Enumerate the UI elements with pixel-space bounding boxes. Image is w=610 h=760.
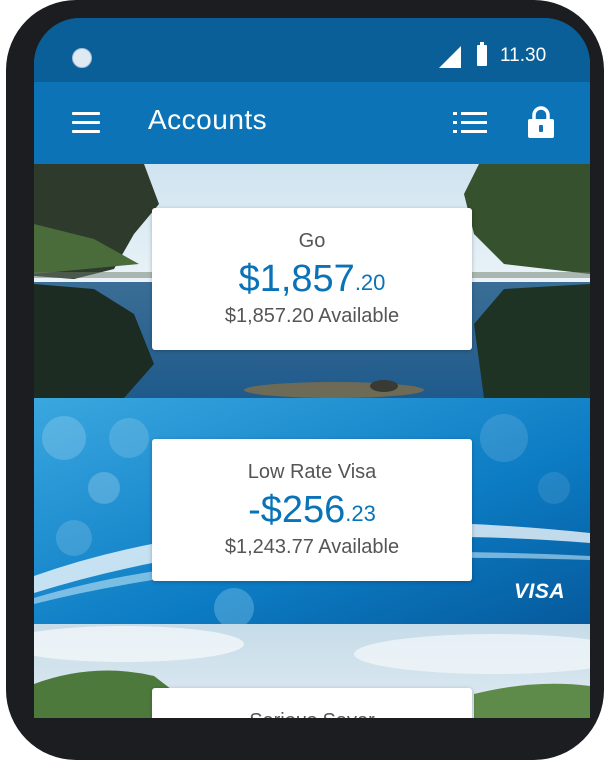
power-button (594, 205, 604, 345)
app-bar: Accounts (34, 82, 590, 164)
phone-screen: 11.30 Accounts Go $1,857.20 $1,857.20 Av… (34, 18, 590, 718)
account-card[interactable]: Go $1,857.20 $1,857.20 Available (152, 208, 472, 350)
page-title: Accounts (148, 104, 268, 135)
account-panel-visa: Low Rate Visa -$256.23 $1,243.77 Availab… (34, 398, 590, 624)
account-panel-go: Go $1,857.20 $1,857.20 Available (34, 164, 590, 398)
battery-icon (477, 42, 487, 66)
phone-frame: 11.30 Accounts Go $1,857.20 $1,857.20 Av… (6, 0, 604, 760)
account-panel-saver: Serious Saver (34, 624, 590, 718)
available-balance: $1,857.20 Available (224, 305, 400, 327)
volume-button (6, 178, 16, 240)
hamburger-icon[interactable] (72, 112, 100, 134)
signal-icon (439, 46, 461, 68)
available-balance: $1,243.77 Available (224, 536, 400, 558)
account-balance: $1,857.20 (238, 258, 386, 300)
volume-down-button (6, 290, 16, 378)
account-name: Go (298, 230, 326, 252)
status-time: 11.30 (500, 45, 547, 66)
status-bar: 11.30 (34, 18, 590, 82)
notification-dot-icon (72, 48, 92, 68)
account-balance: -$256.23 (248, 489, 376, 531)
account-card[interactable]: Low Rate Visa -$256.23 $1,243.77 Availab… (152, 439, 472, 581)
visa-logo: VISA (514, 580, 566, 603)
account-card[interactable]: Serious Saver (152, 688, 472, 718)
lock-icon[interactable] (527, 106, 555, 138)
list-icon[interactable] (453, 111, 487, 135)
account-name: Serious Saver (152, 710, 472, 718)
account-name: Low Rate Visa (247, 461, 377, 483)
